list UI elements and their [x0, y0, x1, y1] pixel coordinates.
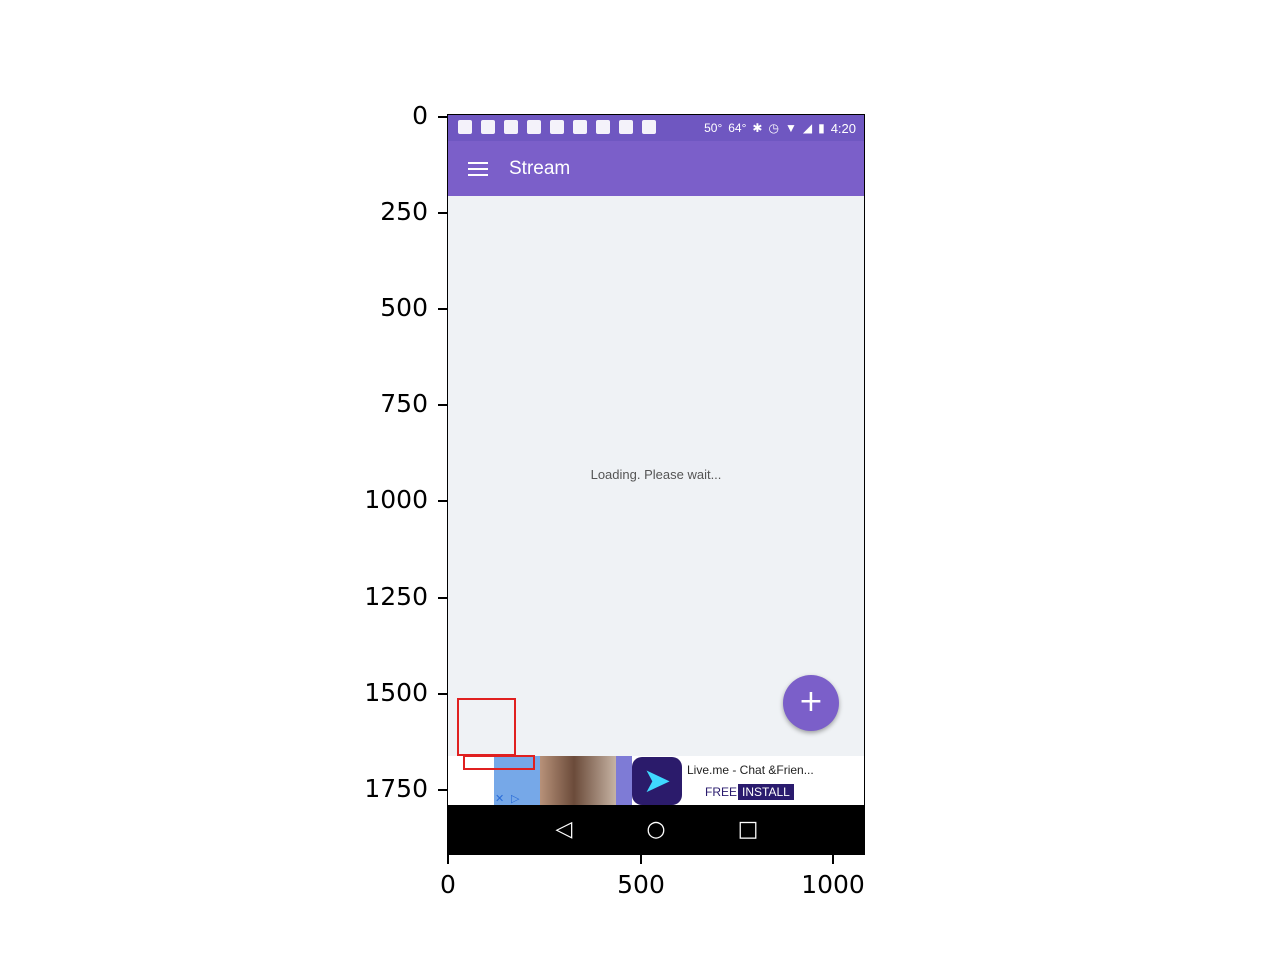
- home-icon[interactable]: ○: [636, 817, 676, 842]
- x-tick-mark: [832, 854, 834, 864]
- calendar-icon: [550, 120, 564, 134]
- x-tick-label: 1000: [801, 870, 865, 899]
- signal-icon: ◢: [802, 121, 813, 135]
- flame-icon: [527, 120, 541, 134]
- y-tick-label: 500: [380, 293, 428, 322]
- navigation-bar: ◁ ○ □: [448, 805, 864, 854]
- ad-close-icon[interactable]: ✕: [495, 792, 504, 805]
- y-tick-label: 1250: [364, 582, 428, 611]
- x-tick-mark: [447, 854, 449, 864]
- ad-photo: [540, 756, 616, 806]
- notification-icons: [458, 120, 656, 134]
- y-tick-label: 0: [412, 101, 428, 130]
- status-bar: 50° 64° ✱ ◷ ▼ ◢ ▮ 4:20: [448, 115, 864, 141]
- app-bar: Stream: [448, 141, 864, 196]
- y-tick-label: 1000: [364, 485, 428, 514]
- y-tick-label: 750: [380, 389, 428, 418]
- annotation-box: [463, 755, 535, 770]
- facebook-icon: [573, 120, 587, 134]
- ad-app-name: Live.me - Chat &Frien...: [687, 763, 814, 777]
- recent-apps-icon[interactable]: □: [728, 817, 768, 842]
- satellite-icon: [619, 120, 633, 134]
- y-tick-label: 250: [380, 197, 428, 226]
- ad-blue-strip: [616, 756, 632, 806]
- wrench-icon: [504, 120, 518, 134]
- ad-install-button[interactable]: INSTALL: [738, 784, 794, 800]
- loading-text: Loading. Please wait...: [590, 467, 722, 482]
- ad-choices-icon[interactable]: ▷: [511, 792, 519, 805]
- lock-icon: [642, 120, 656, 134]
- x-tick-label: 0: [440, 870, 456, 899]
- y-tick-label: 1500: [364, 678, 428, 707]
- wifi-icon: ▼: [784, 121, 797, 135]
- message-icon: [458, 120, 472, 134]
- ad-free-label: FREE: [705, 785, 738, 799]
- annotation-box: [457, 698, 516, 756]
- temperature-2: 64°: [728, 121, 747, 135]
- add-button[interactable]: +: [783, 675, 839, 731]
- hamburger-menu-icon[interactable]: [468, 161, 488, 176]
- liveme-app-icon: ➤: [632, 757, 682, 805]
- battery-icon: ▮: [818, 121, 825, 135]
- temperature-1: 50°: [704, 121, 723, 135]
- page-title: Stream: [509, 157, 571, 179]
- bluetooth-icon: ✱: [752, 121, 763, 135]
- back-icon[interactable]: ◁: [544, 817, 584, 842]
- x-tick-mark: [640, 854, 642, 864]
- y-tick-label: 1750: [364, 774, 428, 803]
- status-time: 4:20: [830, 120, 856, 136]
- status-right: 50° 64° ✱ ◷ ▼ ◢ ▮ 4:20: [704, 121, 856, 136]
- clipboard-icon: [481, 120, 495, 134]
- info-icon: [596, 120, 610, 134]
- x-tick-label: 500: [617, 870, 665, 899]
- alarm-icon: ◷: [768, 121, 779, 135]
